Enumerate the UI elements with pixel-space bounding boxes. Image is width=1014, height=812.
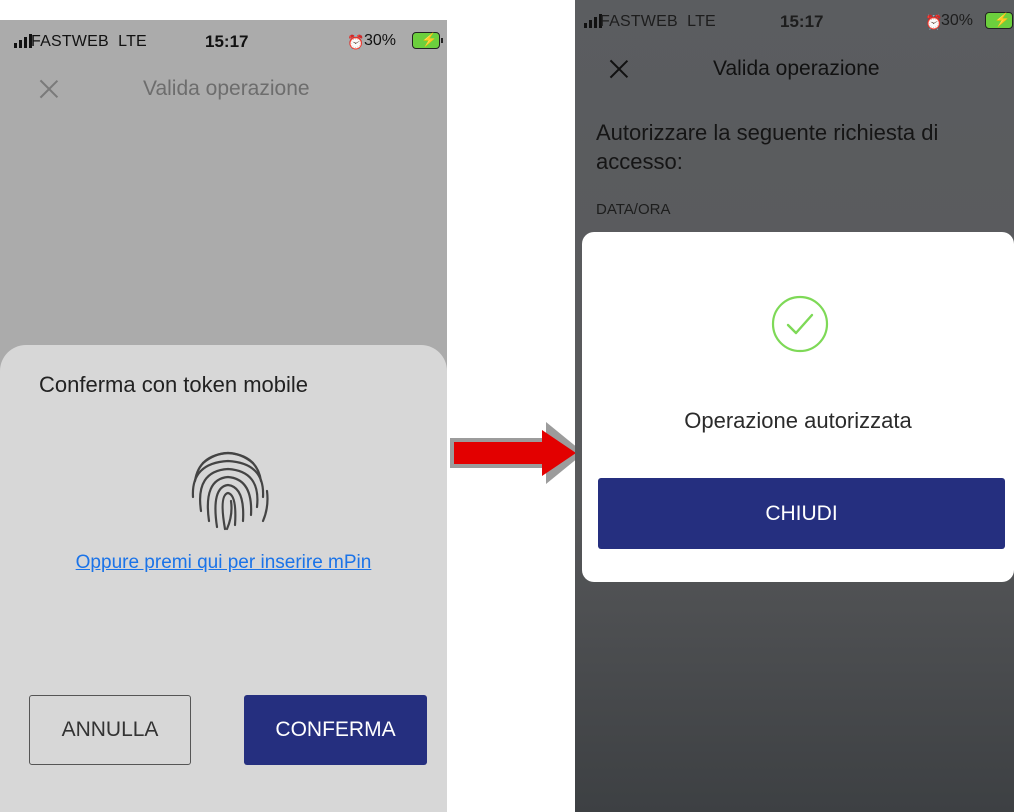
- carrier-label: FASTWEB LTE: [31, 33, 147, 50]
- arrow-right-icon: [450, 422, 584, 484]
- battery-percent: 30%: [941, 12, 974, 29]
- alarm-icon: ⏰: [925, 14, 943, 30]
- left-phone-screen: FASTWEB LTE 15:17 ⏰ 30% ⚡ Valida operazi…: [0, 20, 447, 812]
- check-circle-icon: [771, 295, 829, 353]
- sheet-title: Conferma con token mobile: [39, 372, 309, 397]
- status-time: 15:17: [205, 32, 249, 51]
- mpin-link[interactable]: Oppure premi qui per inserire mPin: [0, 552, 447, 574]
- request-title: Autorizzare la seguente richiesta di acc…: [596, 120, 939, 174]
- alarm-icon: ⏰: [347, 34, 365, 50]
- close-icon[interactable]: [609, 59, 629, 79]
- nav-title: Valida operazione: [143, 77, 310, 100]
- status-bar: FASTWEB LTE 15:17 ⏰ 30% ⚡: [575, 0, 1014, 46]
- battery-charging-icon: ⚡: [412, 32, 443, 49]
- status-bar: FASTWEB LTE 15:17 ⏰ 30% ⚡: [0, 20, 447, 66]
- status-time: 15:17: [780, 12, 824, 31]
- datetime-label: DATA/ORA: [596, 201, 671, 218]
- success-dialog: Operazione autorizzata CHIUDI: [582, 232, 1014, 582]
- dialog-message: Operazione autorizzata: [684, 408, 912, 433]
- network-label: LTE: [118, 33, 147, 50]
- cancel-button[interactable]: ANNULLA: [29, 695, 191, 765]
- confirm-button[interactable]: CONFERMA: [244, 695, 427, 765]
- network-label: LTE: [687, 13, 716, 30]
- close-button[interactable]: CHIUDI: [598, 478, 1005, 549]
- battery-percent: 30%: [364, 32, 397, 49]
- close-icon[interactable]: [39, 79, 59, 99]
- nav-title: Valida operazione: [713, 57, 880, 80]
- right-phone-screen: FASTWEB LTE 15:17 ⏰ 30% ⚡ Valida operazi…: [575, 0, 1014, 812]
- fingerprint-icon[interactable]: [183, 441, 273, 533]
- token-confirm-sheet: Conferma con token mobile Oppure premi q…: [0, 345, 447, 812]
- battery-charging-icon: ⚡: [985, 12, 1013, 29]
- carrier-label: FASTWEB LTE: [600, 13, 716, 30]
- signal-bars-icon: [14, 34, 32, 48]
